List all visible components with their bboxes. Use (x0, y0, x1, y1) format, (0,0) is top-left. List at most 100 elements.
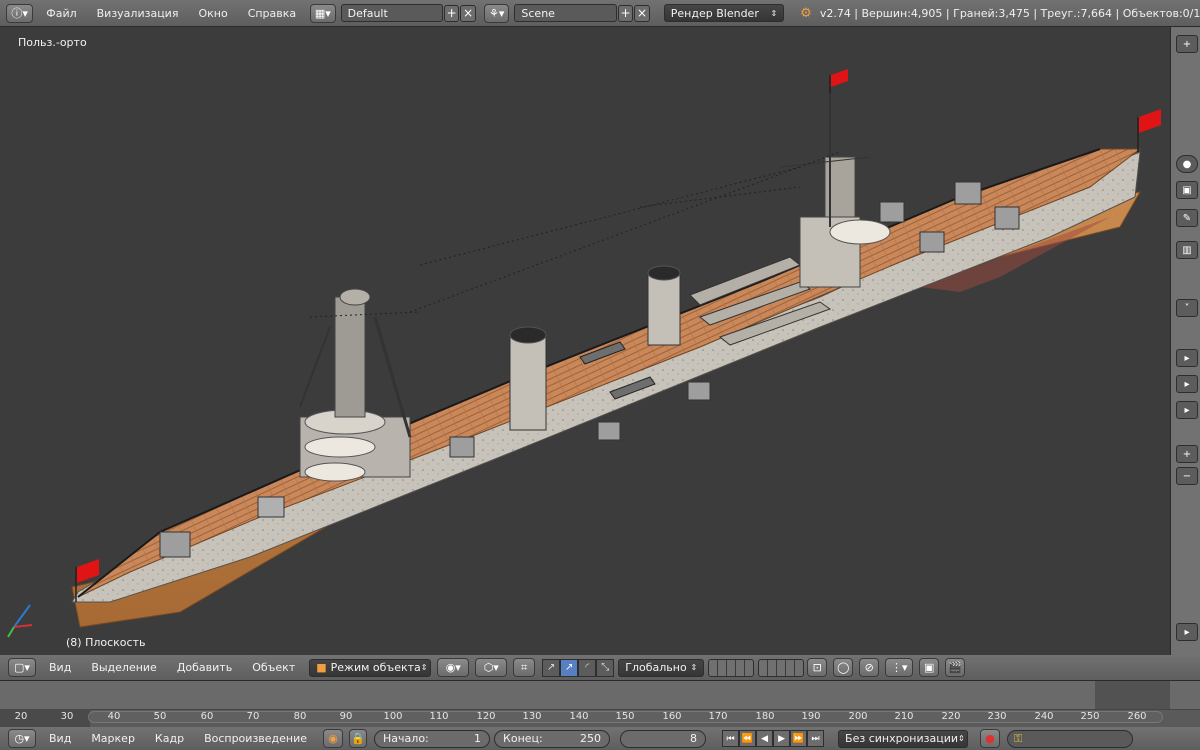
jump-start-icon[interactable]: ⏮ (722, 730, 740, 747)
expand-icon[interactable]: ▸ (1176, 349, 1198, 367)
move-icon[interactable]: ↗ (560, 658, 579, 677)
timeline-header: ◷▾ Вид Маркер Кадр Воспроизведение ◉ 🔒 Н… (0, 727, 1200, 750)
screen-layout-field[interactable]: Default (340, 4, 443, 22)
timeline[interactable]: 20 30 40 50 60 70 80 90 100 110 120 130 … (0, 681, 1200, 727)
jump-end-icon[interactable]: ⏭ (807, 730, 825, 747)
orientation-label: Глобально (625, 661, 687, 674)
tick: 40 (107, 711, 121, 722)
updown-icon-4: ⇕ (958, 734, 965, 743)
cube-icon: ■ (316, 661, 327, 674)
tick: 260 (1127, 711, 1147, 722)
tick: 150 (615, 711, 635, 722)
tl-menu-view[interactable]: Вид (39, 732, 81, 745)
end-label: Конец: (503, 732, 543, 745)
record-icon[interactable]: ● (980, 729, 1001, 748)
tick: 20 (14, 711, 28, 722)
layer-lock-icon[interactable]: ⊡ (807, 658, 828, 677)
menu-object[interactable]: Объект (242, 661, 305, 674)
expand-icon-4[interactable]: ▸ (1176, 623, 1198, 641)
rotate-icon[interactable]: ◜ (578, 658, 597, 677)
tick: 250 (1080, 711, 1100, 722)
tick: 160 (662, 711, 682, 722)
manipulator-icon[interactable]: ⌗ (513, 658, 536, 677)
render-engine-dropdown[interactable]: Рендер Blender ⇕ (663, 4, 785, 22)
play-reverse-icon[interactable]: ◀ (756, 730, 774, 747)
keying-set-field[interactable]: ⚿ (1007, 729, 1134, 748)
tl-menu-marker[interactable]: Маркер (81, 732, 145, 745)
start-frame-field[interactable]: Начало: 1 (374, 729, 491, 748)
proportional-icon[interactable]: ◯ (833, 658, 854, 677)
updown-icon: ⇕ (770, 8, 778, 18)
add-region-icon[interactable]: + (1176, 35, 1198, 53)
render-icon[interactable]: ▣ (919, 658, 940, 677)
tick: 240 (1034, 711, 1054, 722)
menu-render[interactable]: Визуализация (87, 7, 189, 20)
menu-help[interactable]: Справка (238, 7, 306, 20)
timeline-track[interactable] (0, 681, 1200, 709)
tick: 180 (755, 711, 775, 722)
prev-key-icon[interactable]: ⏪ (739, 730, 757, 747)
add-layout-icon[interactable]: + (443, 4, 460, 22)
tick: 200 (848, 711, 868, 722)
properties-shelf: + ● ▣ ✎ ▥ ˅ ▸ ▸ ▸ + − ▸ (1170, 27, 1200, 655)
panel-icon[interactable]: ▣ (1176, 181, 1198, 199)
start-value: 1 (474, 732, 482, 745)
remove-layout-icon[interactable]: × (460, 4, 476, 22)
orientation-dropdown[interactable]: Глобально ⇕ (618, 658, 705, 677)
tick: 90 (339, 711, 353, 722)
3d-viewport[interactable]: Польз.-орто (8) Плоскость (0, 27, 1170, 655)
tl-menu-frame[interactable]: Кадр (145, 732, 194, 745)
scene-stats: v2.74 | Вершин:4,905 | Граней:3,475 | Тр… (819, 6, 1200, 20)
zoom-out-icon[interactable]: − (1176, 467, 1198, 485)
scene-icon[interactable]: ⚘▾ (483, 3, 510, 23)
next-key-icon[interactable]: ⏩ (790, 730, 808, 747)
screen-layout-icon[interactable]: ▦▾ (310, 3, 336, 23)
timeline-end-region (1095, 681, 1170, 709)
layers-grid-1[interactable] (708, 658, 755, 677)
axis-gizmo (7, 604, 33, 638)
brush-icon[interactable]: ✎ (1176, 209, 1198, 227)
zoom-in-icon[interactable]: + (1176, 445, 1198, 463)
snap-target-icon[interactable]: ⋮▾ (885, 658, 914, 677)
snap-icon[interactable]: ⊘ (859, 658, 880, 677)
tick: 100 (383, 711, 403, 722)
pivot-icon[interactable]: ⬡▾ (475, 658, 508, 677)
menu-file[interactable]: Файл (36, 7, 86, 20)
remove-scene-icon[interactable]: × (634, 4, 650, 22)
sync-label: Без синхронизации (845, 732, 959, 745)
tick: 210 (894, 711, 914, 722)
menu-add[interactable]: Добавить (167, 661, 242, 674)
expand-icon-3[interactable]: ▸ (1176, 401, 1198, 419)
lock-icon[interactable]: 🔒 (349, 729, 368, 748)
scene-field[interactable]: Scene (514, 4, 617, 22)
scene-name: Scene (521, 6, 555, 20)
mode-dropdown[interactable]: ■ Режим объекта ⇕ (309, 658, 432, 677)
clapper-icon[interactable]: 🎬 (945, 658, 966, 677)
menu-select[interactable]: Выделение (81, 661, 167, 674)
end-value: 250 (580, 732, 602, 745)
layers-grid-2[interactable] (758, 658, 805, 677)
aft-superstructure (299, 288, 412, 482)
info-icon[interactable]: ⓘ▾ (6, 3, 34, 23)
info-header: ⓘ▾ Файл Визуализация Окно Справка ▦▾ Def… (0, 0, 1200, 27)
editor-type-icon[interactable]: ▢▾ (8, 658, 36, 677)
toggle-icon[interactable]: ● (1176, 155, 1198, 173)
end-frame-field[interactable]: Конец: 250 (494, 729, 611, 748)
menu-window[interactable]: Окно (188, 7, 237, 20)
scale-icon[interactable]: ⤡ (596, 658, 615, 677)
shading-icon[interactable]: ◉▾ (437, 658, 470, 677)
chevron-down-icon[interactable]: ˅ (1176, 299, 1198, 317)
sync-dropdown[interactable]: Без синхронизации ⇕ (838, 729, 969, 748)
current-frame-field[interactable]: 8 (620, 729, 707, 748)
preview-range-icon[interactable]: ◉ (323, 729, 344, 748)
layout-icon[interactable]: ▥ (1176, 241, 1198, 259)
tick: 80 (293, 711, 307, 722)
tl-menu-playback[interactable]: Воспроизведение (194, 732, 317, 745)
expand-icon-2[interactable]: ▸ (1176, 375, 1198, 393)
play-icon[interactable]: ▶ (773, 730, 791, 747)
tick: 30 (60, 711, 74, 722)
translate-icon[interactable]: ↗ (542, 658, 561, 677)
clock-icon[interactable]: ◷▾ (8, 729, 36, 748)
menu-view[interactable]: Вид (39, 661, 81, 674)
add-scene-icon[interactable]: + (617, 4, 634, 22)
